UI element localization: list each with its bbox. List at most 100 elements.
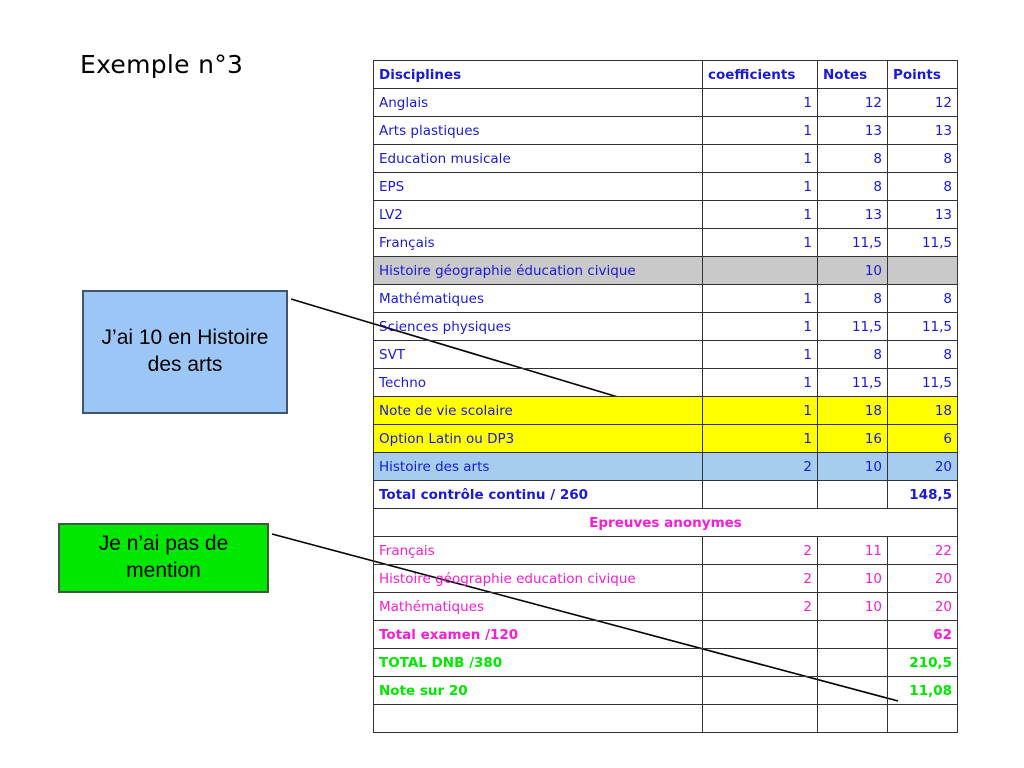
table-body: Anglais 1 12 12 Arts plastiques 1 13 13 Educatio… bbox=[373, 88, 958, 733]
cell-coefficient: 1 bbox=[702, 312, 818, 341]
cell-note bbox=[817, 480, 888, 509]
cell-note: 13 bbox=[817, 116, 888, 145]
cell-coefficient bbox=[702, 620, 818, 649]
cell-points: 13 bbox=[887, 116, 958, 145]
table-header-row: Disciplines coefficients Notes Points bbox=[373, 60, 958, 89]
cell-discipline: Histoire géographie éducation civique bbox=[373, 256, 703, 285]
cell-coefficient: 2 bbox=[702, 592, 818, 621]
cell-discipline: Sciences physiques bbox=[373, 312, 703, 341]
cell-coefficient: 2 bbox=[702, 452, 818, 481]
cell-discipline: Français bbox=[373, 228, 703, 257]
cell-points: 22 bbox=[887, 536, 958, 565]
table-row: Total contrôle continu / 260 148,5 bbox=[373, 480, 958, 509]
table-row: Mathématiques 2 10 20 bbox=[373, 592, 958, 621]
cell-discipline: LV2 bbox=[373, 200, 703, 229]
cell-note bbox=[817, 704, 888, 733]
cell-note: 13 bbox=[817, 200, 888, 229]
column-header-points: Points bbox=[887, 60, 958, 89]
table-row bbox=[373, 704, 958, 733]
cell-discipline: Français bbox=[373, 536, 703, 565]
cell-note bbox=[817, 676, 888, 705]
cell-discipline: Note sur 20 bbox=[373, 676, 703, 705]
cell-note: 8 bbox=[817, 340, 888, 369]
table-row: Français 2 11 22 bbox=[373, 536, 958, 565]
cell-points: 18 bbox=[887, 396, 958, 425]
column-header-disciplines: Disciplines bbox=[373, 60, 703, 89]
cell-discipline: Note de vie scolaire bbox=[373, 396, 703, 425]
cell-coefficient bbox=[702, 480, 818, 509]
cell-coefficient: 1 bbox=[702, 88, 818, 117]
cell-coefficient bbox=[702, 676, 818, 705]
cell-discipline: EPS bbox=[373, 172, 703, 201]
cell-coefficient bbox=[702, 704, 818, 733]
cell-points: 11,08 bbox=[887, 676, 958, 705]
cell-coefficient: 1 bbox=[702, 340, 818, 369]
cell-note: 18 bbox=[817, 396, 888, 425]
table-row: Mathématiques 1 8 8 bbox=[373, 284, 958, 313]
cell-coefficient: 2 bbox=[702, 536, 818, 565]
cell-note: 10 bbox=[817, 256, 888, 285]
cell-discipline: TOTAL DNB /380 bbox=[373, 648, 703, 677]
cell-discipline: SVT bbox=[373, 340, 703, 369]
table-row: Arts plastiques 1 13 13 bbox=[373, 116, 958, 145]
cell-note: 8 bbox=[817, 172, 888, 201]
cell-discipline: Total examen /120 bbox=[373, 620, 703, 649]
table-row: Techno 1 11,5 11,5 bbox=[373, 368, 958, 397]
table-row: Total examen /120 62 bbox=[373, 620, 958, 649]
slide-canvas: Exemple n°3 J’ai 10 en Histoire des arts… bbox=[0, 0, 1024, 768]
cell-note bbox=[817, 648, 888, 677]
cell-discipline: Option Latin ou DP3 bbox=[373, 424, 703, 453]
cell-discipline: Mathématiques bbox=[373, 284, 703, 313]
cell-discipline: Histoire des arts bbox=[373, 452, 703, 481]
cell-discipline: Histoire géographie education civique bbox=[373, 564, 703, 593]
cell-coefficient: 1 bbox=[702, 284, 818, 313]
table-row: EPS 1 8 8 bbox=[373, 172, 958, 201]
cell-points: 11,5 bbox=[887, 312, 958, 341]
cell-note: 11,5 bbox=[817, 368, 888, 397]
table-row: Histoire géographie éducation civique 10 bbox=[373, 256, 958, 285]
table-row: Histoire géographie education civique 2 10… bbox=[373, 564, 958, 593]
cell-points: 20 bbox=[887, 564, 958, 593]
section-header-cell: Epreuves anonymes bbox=[373, 508, 958, 537]
cell-coefficient: 1 bbox=[702, 396, 818, 425]
grades-table: Disciplines coefficients Notes Points An… bbox=[373, 60, 958, 733]
cell-note: 10 bbox=[817, 452, 888, 481]
callout-green-label: Je n’ai pas de mention bbox=[98, 532, 229, 582]
cell-note: 8 bbox=[817, 284, 888, 313]
cell-coefficient: 1 bbox=[702, 368, 818, 397]
cell-coefficient: 1 bbox=[702, 144, 818, 173]
cell-coefficient: 2 bbox=[702, 564, 818, 593]
cell-points: 13 bbox=[887, 200, 958, 229]
cell-points: 11,5 bbox=[887, 368, 958, 397]
cell-discipline: Techno bbox=[373, 368, 703, 397]
cell-note: 11,5 bbox=[817, 312, 888, 341]
cell-note: 11 bbox=[817, 536, 888, 565]
table-row: Epreuves anonymes bbox=[373, 508, 958, 537]
table-row: Sciences physiques 1 11,5 11,5 bbox=[373, 312, 958, 341]
cell-points: 8 bbox=[887, 340, 958, 369]
cell-discipline: Arts plastiques bbox=[373, 116, 703, 145]
cell-discipline: Education musicale bbox=[373, 144, 703, 173]
table-row: TOTAL DNB /380 210,5 bbox=[373, 648, 958, 677]
cell-coefficient: 1 bbox=[702, 116, 818, 145]
cell-note: 8 bbox=[817, 144, 888, 173]
callout-box-mention: Je n’ai pas de mention bbox=[58, 523, 269, 593]
cell-points bbox=[887, 256, 958, 285]
cell-points: 20 bbox=[887, 452, 958, 481]
table-row: Français 1 11,5 11,5 bbox=[373, 228, 958, 257]
cell-points: 11,5 bbox=[887, 228, 958, 257]
cell-coefficient: 1 bbox=[702, 424, 818, 453]
cell-note: 10 bbox=[817, 564, 888, 593]
cell-points: 62 bbox=[887, 620, 958, 649]
cell-coefficient: 1 bbox=[702, 172, 818, 201]
cell-discipline: Anglais bbox=[373, 88, 703, 117]
cell-coefficient: 1 bbox=[702, 200, 818, 229]
cell-points: 6 bbox=[887, 424, 958, 453]
cell-discipline bbox=[373, 704, 703, 733]
cell-coefficient bbox=[702, 648, 818, 677]
table-row: Education musicale 1 8 8 bbox=[373, 144, 958, 173]
callout-box-histoire-des-arts: J’ai 10 en Histoire des arts bbox=[82, 290, 288, 414]
cell-points: 20 bbox=[887, 592, 958, 621]
cell-note: 10 bbox=[817, 592, 888, 621]
cell-note bbox=[817, 620, 888, 649]
